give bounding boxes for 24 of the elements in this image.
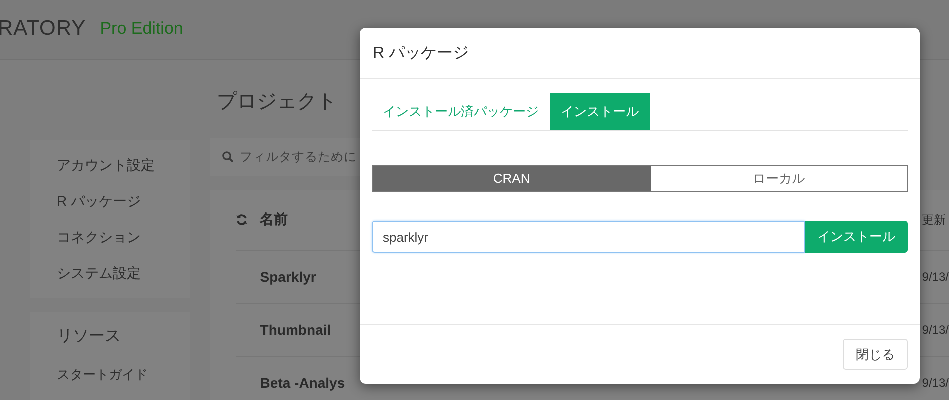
- date-cell: 9/13/: [922, 270, 949, 284]
- column-header: 名前: [258, 211, 289, 229]
- source-toggle[interactable]: CRAN: [373, 166, 651, 191]
- filter-placeholder: フィルタするために: [240, 148, 357, 166]
- dialog-title: R パッケージ: [373, 44, 469, 64]
- sidebar-item[interactable]: システム設定: [57, 262, 190, 284]
- sidebar-item[interactable]: アカウント設定: [57, 154, 190, 176]
- logo-text: RATORY: [0, 16, 86, 40]
- package-field[interactable]: sparklyr: [372, 221, 805, 253]
- close-button[interactable]: 閉じる: [843, 339, 908, 370]
- install-button[interactable]: インストール: [805, 221, 908, 253]
- column-header: 更新: [922, 212, 946, 228]
- refresh-icon[interactable]: [236, 214, 248, 226]
- tab[interactable]: インストール: [550, 93, 650, 130]
- sidebar-item[interactable]: R パッケージ: [57, 190, 190, 212]
- section-title: リソース: [57, 327, 122, 347]
- date-cell: 9/13/: [922, 376, 949, 390]
- edition-label: Pro Edition: [100, 18, 184, 38]
- search-icon: [222, 151, 234, 163]
- page-title: プロジェクト: [217, 90, 337, 115]
- sidebar-item[interactable]: コネクション: [57, 226, 190, 248]
- tab[interactable]: インストール済パッケージ: [372, 93, 550, 130]
- sidebar-item[interactable]: スタートガイド: [57, 364, 190, 386]
- date-cell: 9/13/: [922, 323, 949, 337]
